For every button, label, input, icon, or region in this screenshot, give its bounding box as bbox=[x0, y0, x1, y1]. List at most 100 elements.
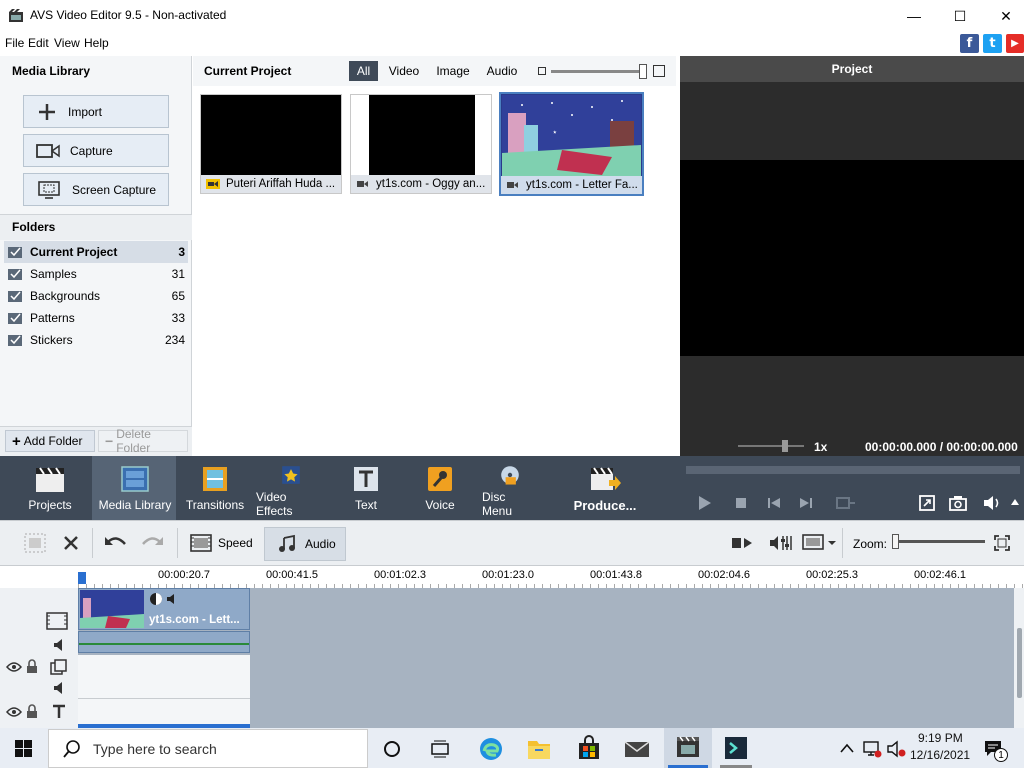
screen-capture-button[interactable]: Screen Capture bbox=[23, 173, 169, 206]
redo-icon[interactable] bbox=[140, 534, 164, 552]
tool-label: Video Effects bbox=[256, 490, 293, 518]
network-icon[interactable] bbox=[862, 740, 882, 758]
mail-icon[interactable] bbox=[624, 739, 650, 759]
audio-button[interactable]: Audio bbox=[264, 527, 346, 561]
play-icon[interactable] bbox=[696, 494, 714, 512]
add-folder-label: Add Folder bbox=[23, 434, 83, 448]
folder-samples[interactable]: Samples 31 bbox=[4, 263, 188, 285]
maximize-button[interactable]: ☐ bbox=[937, 0, 983, 32]
volume-icon[interactable] bbox=[982, 494, 1002, 512]
audio-mixer-icon[interactable] bbox=[768, 533, 794, 553]
timeline-video-clip[interactable]: yt1s.com - Lett... bbox=[78, 588, 250, 630]
capture-button[interactable]: Capture bbox=[23, 134, 169, 167]
transitions-tool[interactable]: Transitions bbox=[184, 458, 246, 518]
speed-slider-handle[interactable] bbox=[782, 440, 788, 452]
taskbar-search-box[interactable]: Type here to search bbox=[48, 729, 368, 768]
expand-icon[interactable] bbox=[918, 494, 936, 512]
aspect-ratio-dropdown-icon[interactable] bbox=[802, 534, 838, 552]
fit-timeline-icon[interactable] bbox=[994, 535, 1010, 551]
task-view-icon[interactable] bbox=[430, 740, 450, 758]
speed-button[interactable]: Speed bbox=[190, 530, 256, 556]
media-item[interactable]: yt1s.com - Oggy an... bbox=[350, 94, 492, 194]
clock-time[interactable]: 9:19 PM bbox=[918, 731, 963, 745]
folder-backgrounds[interactable]: Backgrounds 65 bbox=[4, 285, 188, 307]
terminal-app-icon[interactable] bbox=[723, 735, 749, 761]
menu-edit[interactable]: Edit bbox=[28, 36, 49, 50]
menu-help[interactable]: Help bbox=[84, 36, 109, 50]
playhead-marker[interactable] bbox=[78, 572, 86, 584]
speaker-icon[interactable] bbox=[52, 638, 68, 652]
clip-thumbnail bbox=[80, 590, 144, 628]
thumbnail-size-slider[interactable] bbox=[551, 70, 647, 73]
youtube-icon[interactable]: ▶ bbox=[1006, 34, 1024, 53]
thumb-large-icon bbox=[653, 65, 665, 77]
media-library-tool[interactable]: Media Library bbox=[96, 458, 174, 518]
folder-patterns[interactable]: Patterns 33 bbox=[4, 307, 188, 329]
ruler-label: 00:01:43.8 bbox=[590, 569, 642, 581]
microphone-icon bbox=[428, 467, 452, 491]
close-button[interactable]: ✕ bbox=[983, 0, 1024, 32]
minus-icon: − bbox=[105, 433, 114, 449]
edge-browser-icon[interactable] bbox=[478, 736, 504, 762]
windows-start-icon[interactable] bbox=[15, 740, 32, 757]
voice-tool[interactable]: Voice bbox=[414, 458, 466, 518]
lock-icon[interactable] bbox=[26, 704, 38, 719]
timeline-audio-clip[interactable] bbox=[78, 631, 250, 653]
projects-tool[interactable]: Projects bbox=[20, 458, 80, 518]
filter-all-tab[interactable]: All bbox=[349, 61, 378, 81]
delete-icon[interactable] bbox=[62, 534, 80, 552]
produce-clapper-icon bbox=[591, 467, 621, 490]
produce-button[interactable]: Produce... bbox=[570, 458, 640, 518]
import-button[interactable]: Import bbox=[23, 95, 169, 128]
video-effects-tool[interactable]: Video Effects bbox=[256, 458, 326, 518]
stop-icon[interactable] bbox=[734, 496, 748, 510]
chevron-up-icon[interactable] bbox=[840, 743, 854, 753]
search-icon bbox=[63, 739, 80, 758]
vertical-scrollbar[interactable] bbox=[1014, 588, 1024, 728]
filter-image-tab[interactable]: Image bbox=[431, 61, 475, 81]
slider-handle[interactable] bbox=[639, 64, 647, 79]
undo-icon[interactable] bbox=[104, 534, 128, 552]
file-explorer-icon[interactable] bbox=[526, 737, 552, 761]
media-item-selected[interactable]: ⋆ yt1s.com - Letter Fa... bbox=[499, 92, 644, 196]
facebook-icon[interactable]: f bbox=[960, 34, 979, 53]
disc-menu-tool[interactable]: Disc Menu bbox=[482, 458, 538, 518]
media-item[interactable]: Puteri Ariffah Huda ... bbox=[200, 94, 342, 194]
microsoft-store-icon[interactable] bbox=[576, 735, 602, 761]
zoom-slider-handle[interactable] bbox=[892, 534, 899, 549]
cortana-icon[interactable] bbox=[383, 740, 401, 758]
filter-video-tab[interactable]: Video bbox=[384, 61, 424, 81]
speaker-icon[interactable] bbox=[52, 681, 68, 695]
twitter-icon[interactable]: t bbox=[983, 34, 1002, 53]
speaker-muted-icon[interactable] bbox=[886, 740, 906, 758]
add-folder-button[interactable]: + Add Folder bbox=[5, 430, 95, 452]
folder-current-project[interactable]: Current Project 3 bbox=[4, 241, 188, 263]
filter-audio-tab[interactable]: Audio bbox=[482, 61, 522, 81]
scrollbar-thumb[interactable] bbox=[1017, 628, 1022, 698]
previous-frame-icon[interactable] bbox=[766, 496, 782, 510]
menu-file[interactable]: File bbox=[5, 36, 24, 50]
split-icon[interactable] bbox=[730, 535, 756, 551]
menu-view[interactable]: View bbox=[54, 36, 80, 50]
eye-icon[interactable] bbox=[6, 706, 22, 718]
eye-icon[interactable] bbox=[6, 661, 22, 673]
fullscreen-preview-icon[interactable] bbox=[834, 496, 856, 510]
delete-folder-button[interactable]: − Delete Folder bbox=[98, 427, 188, 455]
taskbar-active-app[interactable] bbox=[664, 728, 712, 768]
text-tool[interactable]: Text bbox=[340, 458, 392, 518]
snapshot-camera-icon[interactable] bbox=[948, 494, 968, 512]
minimize-button[interactable]: — bbox=[891, 0, 937, 32]
volume-dropdown-icon[interactable] bbox=[1010, 498, 1020, 506]
speed-slider[interactable] bbox=[738, 445, 804, 447]
overlay-track-area[interactable] bbox=[78, 655, 250, 727]
playback-progress-bar[interactable] bbox=[686, 466, 1020, 474]
video-camera-icon bbox=[357, 181, 368, 187]
folder-stickers[interactable]: Stickers 234 bbox=[4, 329, 188, 351]
clock-date[interactable]: 12/16/2021 bbox=[910, 748, 970, 762]
notification-count-badge: 1 bbox=[994, 748, 1008, 762]
storyboard-icon[interactable] bbox=[24, 533, 46, 553]
zoom-slider[interactable] bbox=[893, 540, 985, 543]
lock-icon[interactable] bbox=[26, 659, 38, 674]
preview-screen[interactable] bbox=[680, 160, 1024, 356]
next-frame-icon[interactable] bbox=[798, 496, 814, 510]
